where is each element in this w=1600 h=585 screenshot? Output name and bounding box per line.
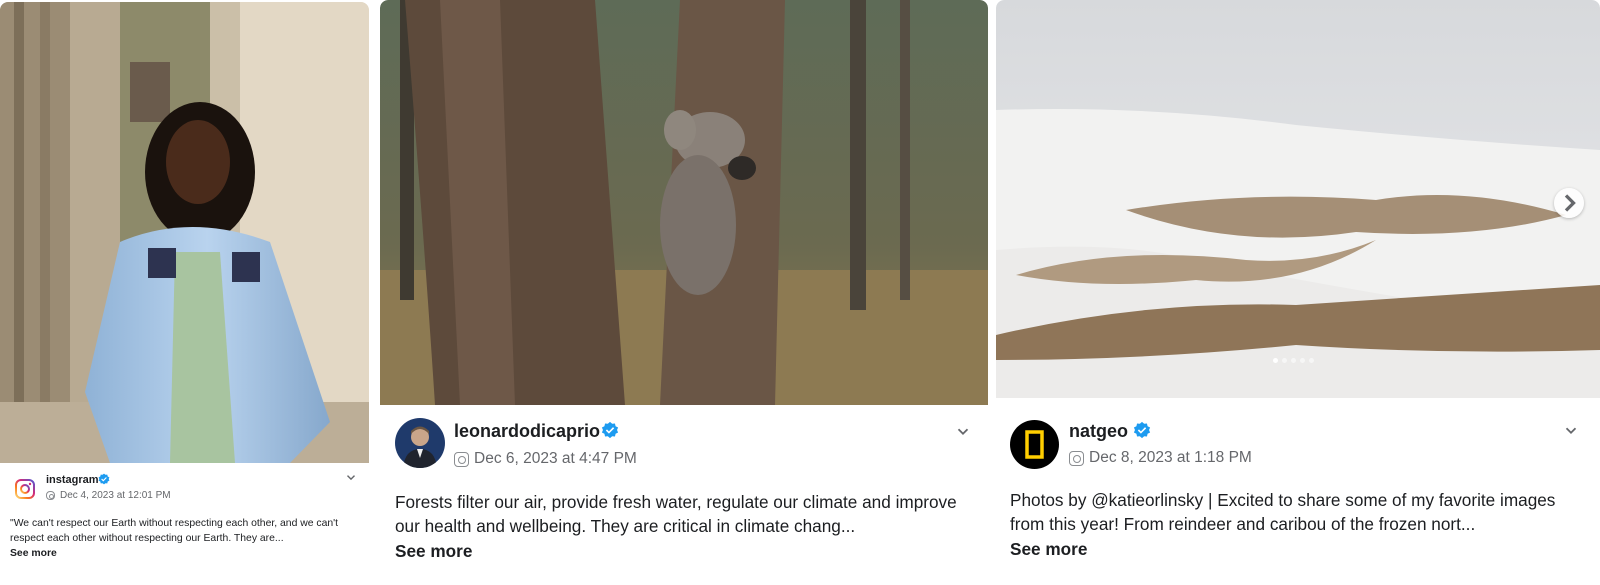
post-caption: Photos by @katieorlinsky | Excited to sh…: [1010, 488, 1588, 561]
timestamp-text: Dec 6, 2023 at 4:47 PM: [474, 450, 637, 467]
timestamp-text: Dec 8, 2023 at 1:18 PM: [1089, 449, 1252, 466]
carousel-dot[interactable]: [1309, 358, 1314, 363]
verified-badge-icon: [1133, 421, 1151, 439]
feed: instagram Dec 4, 2023 at 12:01 PM "We ca…: [0, 0, 1600, 585]
profile-photo: [395, 418, 445, 468]
caption-text: "We can't respect our Earth without resp…: [10, 518, 339, 544]
chevron-right-icon: [1564, 194, 1576, 212]
post-photo[interactable]: [380, 0, 988, 405]
instagram-icon: [1069, 450, 1084, 466]
post-caption: Forests filter our air, provide fresh wa…: [395, 490, 975, 563]
avatar[interactable]: [1010, 420, 1059, 469]
graduate-portrait-photo: [0, 2, 369, 463]
natgeo-logo-icon: [1010, 420, 1059, 469]
chevron-down-icon[interactable]: [954, 422, 972, 440]
caption-text: Forests filter our air, provide fresh wa…: [395, 492, 957, 537]
post-card[interactable]: natgeo Dec 8, 2023 at 1:18 PM Photos by …: [996, 0, 1600, 567]
timestamp[interactable]: Dec 8, 2023 at 1:18 PM: [1069, 449, 1252, 467]
carousel-next-button[interactable]: [1554, 188, 1584, 218]
username[interactable]: instagram: [46, 474, 99, 486]
instagram-icon: [46, 491, 55, 500]
timestamp[interactable]: Dec 6, 2023 at 4:47 PM: [454, 450, 637, 468]
caption-text: Photos by @katieorlinsky | Excited to sh…: [1010, 490, 1556, 535]
timestamp[interactable]: Dec 4, 2023 at 12:01 PM: [46, 490, 171, 501]
carousel-dot[interactable]: [1282, 358, 1287, 363]
koala-tree-photo: [380, 0, 988, 405]
post-photo[interactable]: [0, 2, 369, 463]
instagram-icon: [454, 451, 469, 467]
post-card[interactable]: instagram Dec 4, 2023 at 12:01 PM "We ca…: [0, 2, 369, 565]
see-more-link[interactable]: See more: [10, 547, 355, 562]
verified-badge-icon: [601, 421, 619, 439]
avatar[interactable]: [12, 476, 38, 502]
post-card[interactable]: leonardodicaprio Dec 6, 2023 at 4:47 PM …: [380, 0, 988, 567]
avatar[interactable]: [395, 418, 445, 468]
carousel-indicator: [1273, 358, 1314, 363]
see-more-link[interactable]: See more: [1010, 537, 1588, 561]
chevron-down-icon[interactable]: [1562, 421, 1580, 439]
reindeer-herd-photo: [996, 0, 1600, 398]
carousel-dot[interactable]: [1291, 358, 1296, 363]
see-more-link[interactable]: See more: [395, 539, 975, 563]
timestamp-text: Dec 4, 2023 at 12:01 PM: [60, 490, 171, 501]
carousel-dot[interactable]: [1273, 358, 1278, 363]
carousel-dot[interactable]: [1300, 358, 1305, 363]
username[interactable]: leonardodicaprio: [454, 421, 600, 442]
post-caption: "We can't respect our Earth without resp…: [10, 517, 355, 561]
post-photo[interactable]: [996, 0, 1600, 398]
instagram-logo-icon: [12, 476, 38, 502]
chevron-down-icon[interactable]: [344, 470, 358, 484]
username[interactable]: natgeo: [1069, 421, 1128, 442]
verified-badge-icon: [98, 473, 110, 485]
